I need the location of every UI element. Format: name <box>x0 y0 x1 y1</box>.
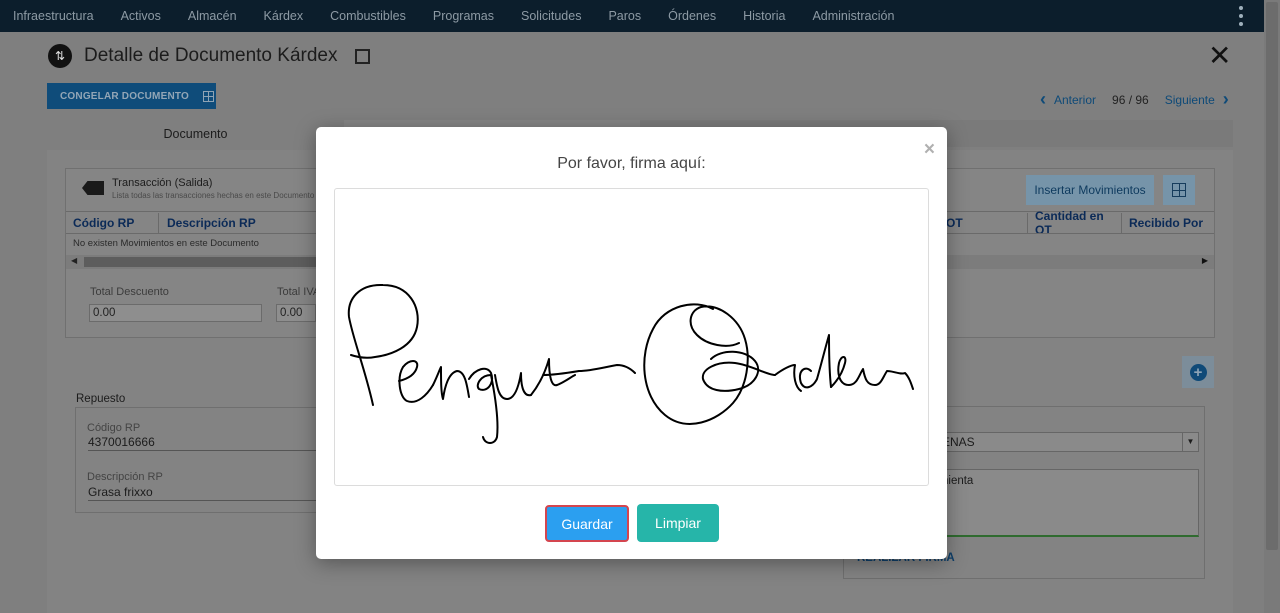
modal-title: Por favor, firma aquí: <box>557 155 706 172</box>
grid-icon <box>202 90 214 102</box>
transaction-title: Transacción (Salida) <box>112 177 213 189</box>
insert-movements-button[interactable]: Insertar Movimientos <box>1026 175 1154 205</box>
grid-icon <box>1172 183 1186 197</box>
close-icon[interactable]: ✕ <box>1208 42 1231 70</box>
clear-button[interactable]: Limpiar <box>637 504 719 542</box>
chevron-right-icon[interactable]: › <box>1223 89 1229 110</box>
pager-count: 96 / 96 <box>1112 92 1149 107</box>
scroll-left-icon[interactable]: ◀ <box>71 256 77 265</box>
nav-item-ordenes[interactable]: Órdenes <box>668 9 716 23</box>
signature-modal: × Por favor, firma aquí: Guardar Limpiar <box>316 127 947 559</box>
scrollbar-thumb[interactable] <box>84 257 324 267</box>
freeze-document-button[interactable]: CONGELAR DOCUMENTO <box>47 83 216 109</box>
kebab-menu-icon[interactable] <box>1238 6 1244 26</box>
description-rp-field[interactable]: Grasa frixxo <box>88 485 324 501</box>
repuesto-title: Repuesto <box>76 393 126 405</box>
nav-item-paros[interactable]: Paros <box>608 9 641 23</box>
nav-item-kardex[interactable]: Kárdex <box>264 9 304 23</box>
signature-pad[interactable] <box>334 188 929 486</box>
recipient-select[interactable]: ENAS ▼ <box>932 432 1199 452</box>
signature-drawing <box>347 283 914 444</box>
nav-item-historia[interactable]: Historia <box>743 9 785 23</box>
column-header-ot[interactable]: OT <box>939 213 1028 233</box>
column-header-descripcion[interactable]: Descripción RP <box>160 213 320 233</box>
total-discount-label: Total Descuento <box>90 286 169 298</box>
nav-item-administracion[interactable]: Administración <box>812 9 894 23</box>
total-discount-field[interactable]: 0.00 <box>89 304 262 322</box>
nav-item-almacen[interactable]: Almacén <box>188 9 237 23</box>
column-header-codigo[interactable]: Código RP <box>66 213 159 233</box>
save-button[interactable]: Guardar <box>545 505 629 542</box>
nav-item-combustibles[interactable]: Combustibles <box>330 9 406 23</box>
previous-link[interactable]: Anterior <box>1054 93 1096 107</box>
scrollbar-thumb[interactable] <box>1266 2 1278 550</box>
chevron-left-icon[interactable]: ‹ <box>1040 89 1046 110</box>
nav-item-infraestructura[interactable]: Infraestructura <box>13 9 94 23</box>
page-header: ⇅ Detalle de Documento Kárdex <box>48 44 371 68</box>
pager: ‹ Anterior 96 / 96 Siguiente › <box>1040 89 1229 110</box>
nav-item-activos[interactable]: Activos <box>121 9 161 23</box>
comments-textarea[interactable]: nienta <box>932 469 1199 537</box>
total-iva-label: Total IVA <box>277 286 321 298</box>
empty-table-message: No existen Movimientos en este Documento <box>73 238 259 249</box>
code-rp-label: Código RP <box>87 422 141 434</box>
description-rp-label: Descripción RP <box>87 471 163 483</box>
add-button[interactable]: + <box>1182 356 1214 388</box>
swap-icon: ⇅ <box>48 44 72 68</box>
total-iva-field[interactable]: 0.00 <box>276 304 316 322</box>
tag-icon <box>82 181 104 195</box>
page-scrollbar[interactable] <box>1264 0 1280 613</box>
next-link[interactable]: Siguiente <box>1165 93 1215 107</box>
code-rp-field[interactable]: 4370016666 <box>88 435 324 451</box>
chevron-down-icon[interactable]: ▼ <box>1182 433 1198 451</box>
plus-icon: + <box>1189 363 1207 381</box>
page-title: Detalle de Documento Kárdex <box>84 45 338 66</box>
tab-document[interactable]: Documento <box>47 120 344 147</box>
grid-view-button[interactable] <box>1163 175 1195 205</box>
freeze-document-label: CONGELAR DOCUMENTO <box>60 90 189 102</box>
top-nav-bar: Infraestructura Activos Almacén Kárdex C… <box>0 0 1264 32</box>
transaction-subtitle: Lista todas las transacciones hechas en … <box>112 191 315 200</box>
nav-item-programas[interactable]: Programas <box>433 9 494 23</box>
title-checkbox[interactable] <box>355 48 371 64</box>
nav-item-solicitudes[interactable]: Solicitudes <box>521 9 581 23</box>
transaction-header: Transacción (Salida) Lista todas las tra… <box>82 177 314 200</box>
column-header-recibido[interactable]: Recibido Por <box>1122 213 1214 233</box>
column-header-cantidad[interactable]: Cantidad en OT <box>1028 209 1122 237</box>
scroll-right-icon[interactable]: ▶ <box>1202 256 1208 265</box>
